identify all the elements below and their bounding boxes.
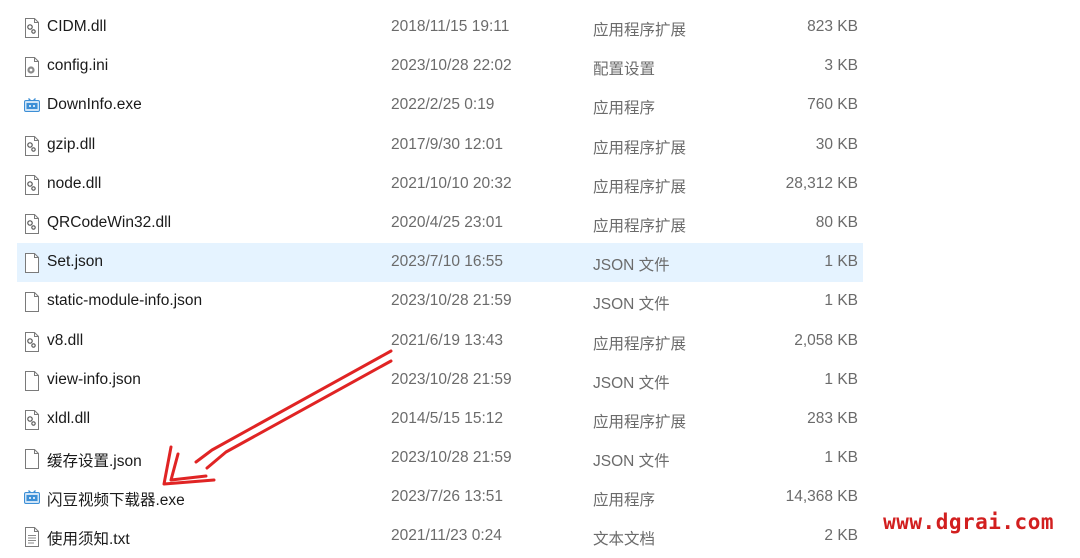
file-row[interactable]: gzip.dll 2017/9/30 12:01 应用程序扩展 30 KB (17, 126, 863, 165)
file-type: 应用程序 (593, 492, 656, 510)
file-name: config.ini (47, 57, 109, 75)
dll-icon (23, 331, 41, 352)
file-size: 2 KB (824, 527, 858, 545)
file-date-modified: 2022/2/25 0:19 (391, 96, 495, 114)
file-name: Set.json (47, 253, 104, 271)
dll-icon (23, 213, 41, 234)
file-size: 760 KB (807, 96, 858, 114)
file-row[interactable]: 闪豆视频下载器.exe 2023/7/26 13:51 应用程序 14,368 KB (17, 478, 863, 517)
file-row[interactable]: config.ini 2023/10/28 22:02 配置设置 3 KB (17, 47, 863, 86)
file-size: 28,312 KB (785, 174, 858, 192)
file-name: v8.dll (47, 331, 84, 349)
file-date-modified: 2023/10/28 21:59 (391, 449, 512, 467)
file-icon (23, 253, 41, 274)
file-size: 3 KB (824, 57, 858, 75)
file-size: 1 KB (824, 449, 858, 467)
file-name: node.dll (47, 174, 102, 192)
file-type: 应用程序扩展 (593, 178, 687, 196)
exe-icon (23, 488, 41, 508)
file-row[interactable]: static-module-info.json 2023/10/28 21:59 J… (17, 282, 863, 321)
file-row[interactable]: v8.dll 2021/6/19 13:43 应用程序扩展 2,058 KB (17, 322, 863, 361)
file-size: 1 KB (824, 253, 858, 271)
file-type: 应用程序扩展 (593, 139, 687, 157)
file-name: static-module-info.json (47, 292, 203, 310)
file-size: 14,368 KB (785, 488, 858, 506)
file-row[interactable]: 使用须知.txt 2021/11/23 0:24 文本文档 2 KB (17, 517, 863, 556)
file-type: 应用程序 (593, 100, 656, 118)
txt-icon (23, 527, 41, 548)
dll-icon (23, 18, 41, 38)
file-type: 文本文档 (593, 531, 656, 549)
file-row[interactable]: node.dll 2021/10/10 20:32 应用程序扩展 28,312 KB (17, 165, 863, 204)
file-size: 80 KB (815, 213, 858, 231)
file-row[interactable]: DownInfo.exe 2022/2/25 0:19 应用程序 760 KB (17, 86, 863, 125)
file-date-modified: 2023/7/26 13:51 (391, 488, 504, 506)
file-date-modified: 2018/11/15 19:11 (391, 18, 510, 35)
file-type: JSON 文件 (593, 374, 670, 392)
ini-icon (23, 57, 41, 78)
file-date-modified: 2023/7/10 16:55 (391, 253, 504, 271)
file-row[interactable]: QRCodeWin32.dll 2020/4/25 23:01 应用程序扩展 80 K… (17, 204, 863, 243)
file-date-modified: 2021/11/23 0:24 (391, 527, 502, 545)
file-size: 1 KB (824, 370, 858, 388)
file-size: 1 KB (824, 292, 858, 310)
file-type: 应用程序扩展 (593, 22, 687, 39)
file-name: DownInfo.exe (47, 96, 142, 114)
exe-icon (23, 96, 41, 116)
file-name: CIDM.dll (47, 18, 107, 35)
file-date-modified: 2023/10/28 21:59 (391, 370, 512, 388)
file-name: QRCodeWin32.dll (47, 213, 172, 231)
file-type: JSON 文件 (593, 453, 670, 471)
file-name: 闪豆视频下载器.exe (47, 492, 185, 510)
file-date-modified: 2023/10/28 21:59 (391, 292, 512, 310)
file-row[interactable]: Set.json 2023/7/10 16:55 JSON 文件 1 KB (17, 243, 863, 283)
file-date-modified: 2023/10/28 22:02 (391, 57, 512, 75)
file-row[interactable]: 缓存设置.json 2023/10/28 21:59 JSON 文件 1 KB (17, 439, 863, 478)
file-type: JSON 文件 (593, 296, 670, 314)
file-size: 283 KB (807, 409, 858, 427)
file-name: xldl.dll (47, 409, 91, 427)
file-row[interactable]: view-info.json 2023/10/28 21:59 JSON 文件 1 K… (17, 361, 863, 400)
file-type: JSON 文件 (593, 257, 670, 275)
file-date-modified: 2021/10/10 20:32 (391, 174, 512, 192)
dll-icon (23, 409, 41, 430)
file-row[interactable]: CIDM.dll 2018/11/15 19:11 应用程序扩展 823 KB (17, 8, 863, 47)
dll-icon (23, 174, 41, 195)
file-name: gzip.dll (47, 135, 96, 153)
file-row[interactable]: xldl.dll 2014/5/15 15:12 应用程序扩展 283 KB (17, 400, 863, 439)
file-name: 缓存设置.json (47, 453, 142, 471)
file-type: 应用程序扩展 (593, 217, 687, 235)
file-icon (23, 449, 41, 470)
dll-icon (23, 135, 41, 156)
file-type: 应用程序扩展 (593, 335, 687, 353)
file-type: 应用程序扩展 (593, 413, 687, 431)
file-size: 30 KB (815, 135, 858, 153)
file-date-modified: 2017/9/30 12:01 (391, 135, 504, 153)
file-date-modified: 2014/5/15 15:12 (391, 409, 504, 427)
file-icon (23, 370, 41, 391)
watermark: www.dgrai.com (883, 510, 1054, 534)
file-name: view-info.json (47, 370, 141, 388)
file-size: 823 KB (807, 18, 858, 35)
file-icon (23, 292, 41, 313)
file-type: 配置设置 (593, 61, 656, 79)
file-date-modified: 2021/6/19 13:43 (391, 331, 504, 349)
file-list: CIDM.dll 2018/11/15 19:11 应用程序扩展 823 KB conf… (0, 8, 1080, 557)
file-name: 使用须知.txt (47, 531, 130, 549)
file-date-modified: 2020/4/25 23:01 (391, 213, 504, 231)
file-size: 2,058 KB (794, 331, 858, 349)
